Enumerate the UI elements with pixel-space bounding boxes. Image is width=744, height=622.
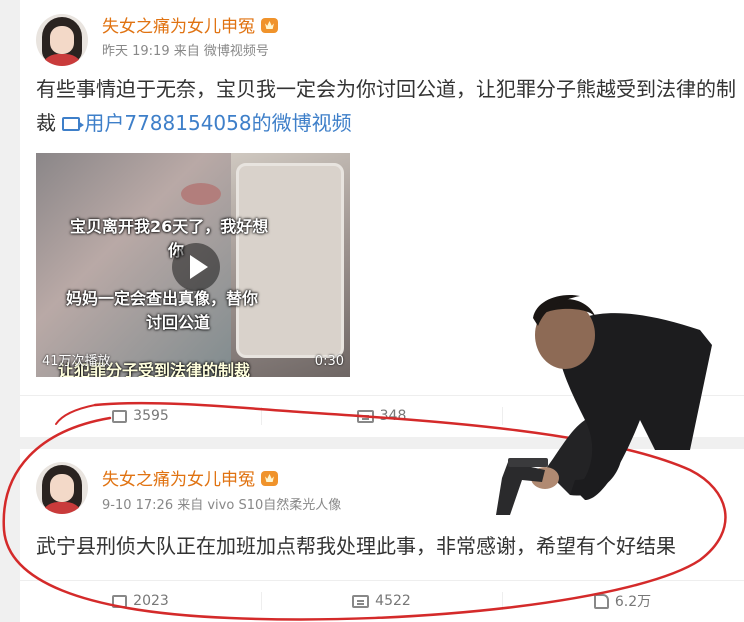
video-link[interactable]: 用户7788154058的微博视频 — [62, 111, 352, 135]
comment-button[interactable]: 4522 — [261, 581, 502, 621]
post-text: 武宁县刑侦大队正在加班加点帮我处理此事，非常感谢，希望有个好结果 — [36, 534, 676, 558]
avatar[interactable] — [36, 14, 88, 66]
post-text: 有些事情迫于无奈，宝贝我一定会为你讨回公道，让犯罪分子熊越受到法律的制裁 用户7… — [36, 72, 736, 140]
username[interactable]: 失女之痛为女儿申冤 — [102, 12, 278, 37]
like-button[interactable]: 7 — [502, 396, 743, 436]
like-button[interactable]: 6.2万 — [502, 581, 743, 621]
video-link-icon — [62, 117, 85, 131]
comment-count: 4522 — [375, 593, 411, 609]
vip-crown-icon — [261, 18, 278, 33]
repost-count: 3595 — [133, 408, 169, 424]
weibo-post-2: 失女之痛为女儿申冤 9-10 17:26 来自 vivo S10自然柔光人像 武… — [20, 449, 744, 622]
repost-button[interactable]: 3595 — [20, 396, 261, 436]
video-caption-line: 妈妈一定会查出真像，替你 — [66, 289, 259, 308]
username[interactable]: 失女之痛为女儿申冤 — [102, 465, 278, 490]
weibo-post-1: 失女之痛为女儿申冤 昨天 19:19 来自 微博视频号 有些事情迫于无奈，宝贝我… — [20, 0, 744, 437]
post-meta: 9-10 17:26 来自 vivo S10自然柔光人像 — [102, 498, 342, 513]
comment-button[interactable]: 348 — [261, 396, 502, 436]
like-icon — [593, 593, 609, 609]
like-count: 7 — [628, 408, 638, 424]
repost-count: 2023 — [133, 593, 169, 609]
view-count: 41万次播放 — [42, 354, 111, 369]
vip-crown-icon — [261, 471, 278, 486]
repost-button[interactable]: 2023 — [20, 581, 261, 621]
avatar[interactable] — [36, 462, 88, 514]
repost-icon — [112, 594, 128, 608]
video-link-text[interactable]: 用户7788154058的微博视频 — [84, 111, 351, 135]
username-text[interactable]: 失女之痛为女儿申冤 — [102, 470, 255, 490]
repost-icon — [112, 409, 128, 423]
action-bar: 3595 348 7 — [20, 395, 744, 435]
video-caption-line: 宝贝离开我26天了，我好想 — [70, 217, 269, 236]
comment-count: 348 — [379, 408, 407, 424]
like-icon — [607, 408, 623, 424]
video-duration: 0:30 — [314, 354, 344, 369]
like-count: 6.2万 — [614, 594, 652, 610]
action-bar: 2023 4522 6.2万 — [20, 580, 744, 620]
video-caption-line: 讨回公道 — [146, 313, 211, 332]
play-icon[interactable] — [172, 243, 220, 291]
comment-icon — [356, 409, 374, 423]
post-meta: 昨天 19:19 来自 微博视频号 — [102, 44, 269, 59]
comment-icon — [352, 594, 370, 608]
video-player[interactable]: 宝贝离开我26天了，我好想 你 妈妈一定会查出真像，替你 讨回公道 让犯罪分子受… — [36, 153, 350, 377]
username-text[interactable]: 失女之痛为女儿申冤 — [102, 17, 255, 37]
